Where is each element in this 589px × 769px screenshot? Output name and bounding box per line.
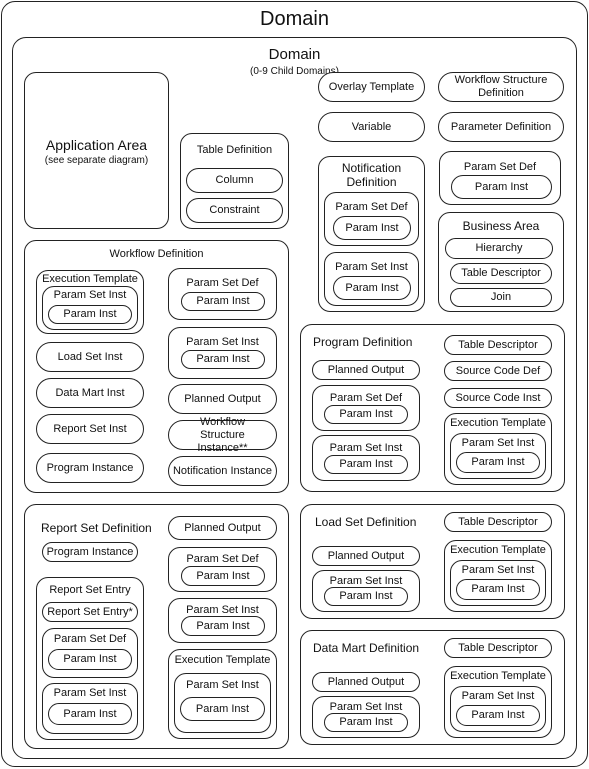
param-set-inst-label: Param Set Inst xyxy=(53,687,127,699)
param-inst[interactable]: Param Inst xyxy=(48,703,132,725)
workflow-structure-definition[interactable]: Workflow Structure Definition xyxy=(438,72,564,102)
planned-output[interactable]: Planned Output xyxy=(312,672,420,692)
param-set-inst-label: Param Set Inst xyxy=(461,437,535,449)
param-inst[interactable]: Param Inst xyxy=(456,452,540,473)
param-inst[interactable]: Param Inst xyxy=(456,579,540,600)
param-set-inst-label: Param Set Inst xyxy=(186,336,259,348)
param-set-def-label: Param Set Def xyxy=(463,161,537,173)
execution-template-label: Execution Template xyxy=(174,654,271,666)
planned-output[interactable]: Planned Output xyxy=(168,516,277,540)
param-set-inst-label: Param Set Inst xyxy=(53,289,127,301)
report-set-entry-recursive[interactable]: Report Set Entry* xyxy=(42,602,138,622)
table-descriptor[interactable]: Table Descriptor xyxy=(444,335,552,355)
param-set-inst-label: Param Set Inst xyxy=(186,679,259,691)
report-set-inst[interactable]: Report Set Inst xyxy=(36,414,144,444)
execution-template-label: Execution Template xyxy=(450,544,546,556)
param-set-def-label: Param Set Def xyxy=(329,392,403,404)
planned-output[interactable]: Planned Output xyxy=(168,384,277,414)
notification-definition-title: Notification Definition xyxy=(341,161,402,189)
param-inst[interactable]: Param Inst xyxy=(324,587,408,606)
variable[interactable]: Variable xyxy=(318,112,425,142)
source-code-def[interactable]: Source Code Def xyxy=(444,361,552,381)
execution-template-label: Execution Template xyxy=(450,417,546,429)
data-mart-definition-title: Data Mart Definition xyxy=(313,641,420,655)
program-instance[interactable]: Program Instance xyxy=(36,453,144,483)
hierarchy-item[interactable]: Hierarchy xyxy=(445,238,553,259)
planned-output[interactable]: Planned Output xyxy=(312,360,420,380)
param-set-def-label: Param Set Def xyxy=(186,277,259,289)
param-inst[interactable]: Param Inst xyxy=(324,713,408,732)
outer-domain-title: Domain xyxy=(260,8,329,30)
source-code-inst[interactable]: Source Code Inst xyxy=(444,388,552,408)
inner-domain-title: Domain xyxy=(268,46,321,63)
data-mart-inst[interactable]: Data Mart Inst xyxy=(36,378,144,408)
program-definition-title: Program Definition xyxy=(313,335,413,349)
param-inst[interactable]: Param Inst xyxy=(181,566,265,586)
constraint-item[interactable]: Constraint xyxy=(186,198,283,223)
param-set-inst-label: Param Set Inst xyxy=(461,690,535,702)
parameter-definition[interactable]: Parameter Definition xyxy=(438,112,564,142)
param-inst[interactable]: Param Inst xyxy=(48,649,132,670)
param-set-def-label: Param Set Def xyxy=(186,553,259,565)
join-item[interactable]: Join xyxy=(450,288,552,307)
business-area-title: Business Area xyxy=(462,219,540,233)
param-inst[interactable]: Param Inst xyxy=(181,616,265,636)
workflow-structure-instance[interactable]: Workflow Structure Instance** xyxy=(168,416,277,454)
param-inst[interactable]: Param Inst xyxy=(333,276,411,300)
param-inst[interactable]: Param Inst xyxy=(180,697,265,721)
column-item[interactable]: Column xyxy=(186,168,283,193)
param-inst[interactable]: Param Inst xyxy=(324,405,408,424)
application-area-subtitle: (see separate diagram) xyxy=(44,155,149,166)
param-inst[interactable]: Param Inst xyxy=(456,705,540,726)
param-inst[interactable]: Param Inst xyxy=(181,350,265,369)
application-area[interactable]: Application Area (see separate diagram) xyxy=(24,72,169,229)
param-inst[interactable]: Param Inst xyxy=(333,216,411,240)
report-set-definition-title: Report Set Definition xyxy=(41,521,152,535)
load-set-inst[interactable]: Load Set Inst xyxy=(36,342,144,372)
table-definition-title: Table Definition xyxy=(196,144,273,156)
param-set-inst-label: Param Set Inst xyxy=(329,442,403,454)
param-set-def-label: Param Set Def xyxy=(53,633,127,645)
planned-output[interactable]: Planned Output xyxy=(312,546,420,566)
application-area-title: Application Area xyxy=(45,137,148,153)
table-descriptor[interactable]: Table Descriptor xyxy=(444,638,552,658)
notification-instance[interactable]: Notification Instance xyxy=(168,456,277,486)
param-set-inst-label: Param Set Inst xyxy=(335,261,408,273)
param-inst[interactable]: Param Inst xyxy=(48,305,132,324)
execution-template-label: Execution Template xyxy=(450,670,546,682)
report-set-entry-label: Report Set Entry xyxy=(49,584,131,596)
param-set-inst-label: Param Set Inst xyxy=(461,564,535,576)
program-instance[interactable]: Program Instance xyxy=(42,542,138,562)
param-set-def-label: Param Set Def xyxy=(335,201,408,213)
workflow-definition-title: Workflow Definition xyxy=(109,248,204,260)
table-descriptor-item[interactable]: Table Descriptor xyxy=(450,263,552,284)
load-set-definition-title: Load Set Definition xyxy=(315,515,417,529)
param-inst[interactable]: Param Inst xyxy=(324,455,408,474)
overlay-template[interactable]: Overlay Template xyxy=(318,72,425,102)
execution-template-label: Execution Template xyxy=(42,273,138,285)
param-inst[interactable]: Param Inst xyxy=(451,175,552,199)
table-descriptor[interactable]: Table Descriptor xyxy=(444,512,552,532)
param-inst[interactable]: Param Inst xyxy=(181,292,265,311)
